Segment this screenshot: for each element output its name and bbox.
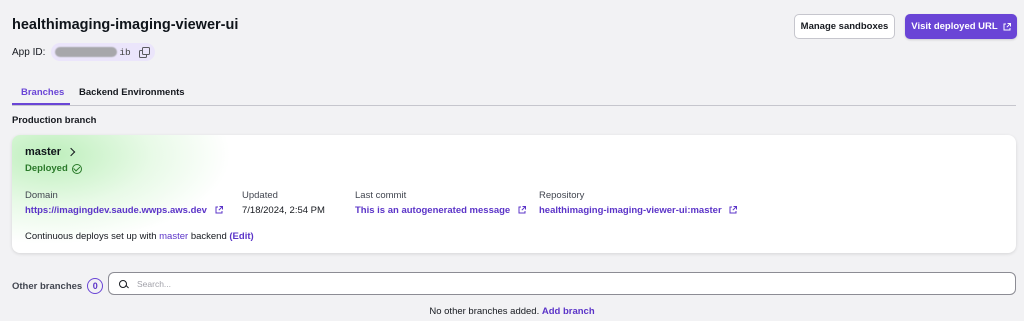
branch-name: master: [25, 146, 62, 158]
other-branches-label: Other branches: [12, 280, 83, 292]
edit-backend-link[interactable]: (Edit): [229, 231, 253, 242]
tab-bar: Branches Backend Environments: [12, 82, 1016, 106]
note-branch: master: [159, 231, 189, 242]
branch-link[interactable]: master: [25, 146, 76, 158]
app-id-row: App ID: ib: [12, 43, 155, 61]
last-commit-value: This is an autogenerated message: [355, 205, 511, 216]
app-id-suffix: ib: [119, 46, 131, 58]
repository-link[interactable]: healthimaging-imaging-viewer-ui:master: [539, 205, 738, 216]
empty-state-text: No other branches added.: [429, 306, 540, 317]
repository-label: Repository: [539, 190, 585, 201]
app-id-chip: ib: [51, 43, 155, 61]
updated-label: Updated: [242, 190, 278, 201]
manage-sandboxes-button[interactable]: Manage sandboxes: [794, 14, 895, 39]
external-link-icon: [1003, 22, 1011, 31]
domain-value: https://imagingdev.saude.wwps.aws.dev: [25, 205, 207, 216]
note-prefix: Continuous deploys set up with: [25, 231, 157, 242]
search-input[interactable]: [137, 278, 997, 289]
production-branch-card: master Deployed Domain https://imagingde…: [12, 135, 1016, 253]
branch-search: [108, 272, 1016, 295]
updated-value: 7/18/2024, 2:54 PM: [242, 205, 325, 216]
production-branch-heading: Production branch: [12, 115, 97, 126]
external-link-icon: [729, 206, 738, 214]
continuous-deploy-note: Continuous deploys set up with master ba…: [25, 231, 254, 242]
chevron-right-icon: [66, 147, 76, 157]
tab-backend-environments[interactable]: Backend Environments: [79, 87, 185, 98]
visit-deployed-url-label: Visit deployed URL: [911, 21, 998, 32]
tab-branches[interactable]: Branches: [21, 87, 64, 98]
external-link-icon: [215, 206, 223, 214]
domain-link[interactable]: https://imagingdev.saude.wwps.aws.dev: [25, 205, 223, 216]
other-branches-count: 0: [87, 278, 104, 294]
external-link-icon: [518, 206, 526, 214]
add-branch-link[interactable]: Add branch: [542, 306, 595, 317]
check-circle-icon: [71, 163, 82, 174]
last-commit-link[interactable]: This is an autogenerated message: [355, 205, 526, 216]
app-id-redacted: [55, 47, 118, 57]
domain-label: Domain: [25, 190, 58, 201]
last-commit-label: Last commit: [355, 190, 407, 201]
active-tab-indicator: [12, 103, 70, 105]
visit-deployed-url-button[interactable]: Visit deployed URL: [905, 14, 1017, 39]
search-icon: [119, 279, 127, 288]
page-title: healthimaging-imaging-viewer-ui: [12, 17, 239, 33]
repository-value: healthimaging-imaging-viewer-ui:master: [539, 205, 722, 216]
copy-icon[interactable]: [138, 47, 150, 58]
note-mid: backend: [190, 231, 227, 242]
app-overview-page: healthimaging-imaging-viewer-ui App ID: …: [0, 0, 1024, 321]
other-branches-heading: Other branches 0: [12, 278, 104, 294]
status-text: Deployed: [25, 163, 68, 174]
empty-state: No other branches added. Add branch: [0, 306, 1024, 317]
status-badge: Deployed: [25, 163, 82, 174]
app-id-label: App ID:: [12, 46, 46, 58]
